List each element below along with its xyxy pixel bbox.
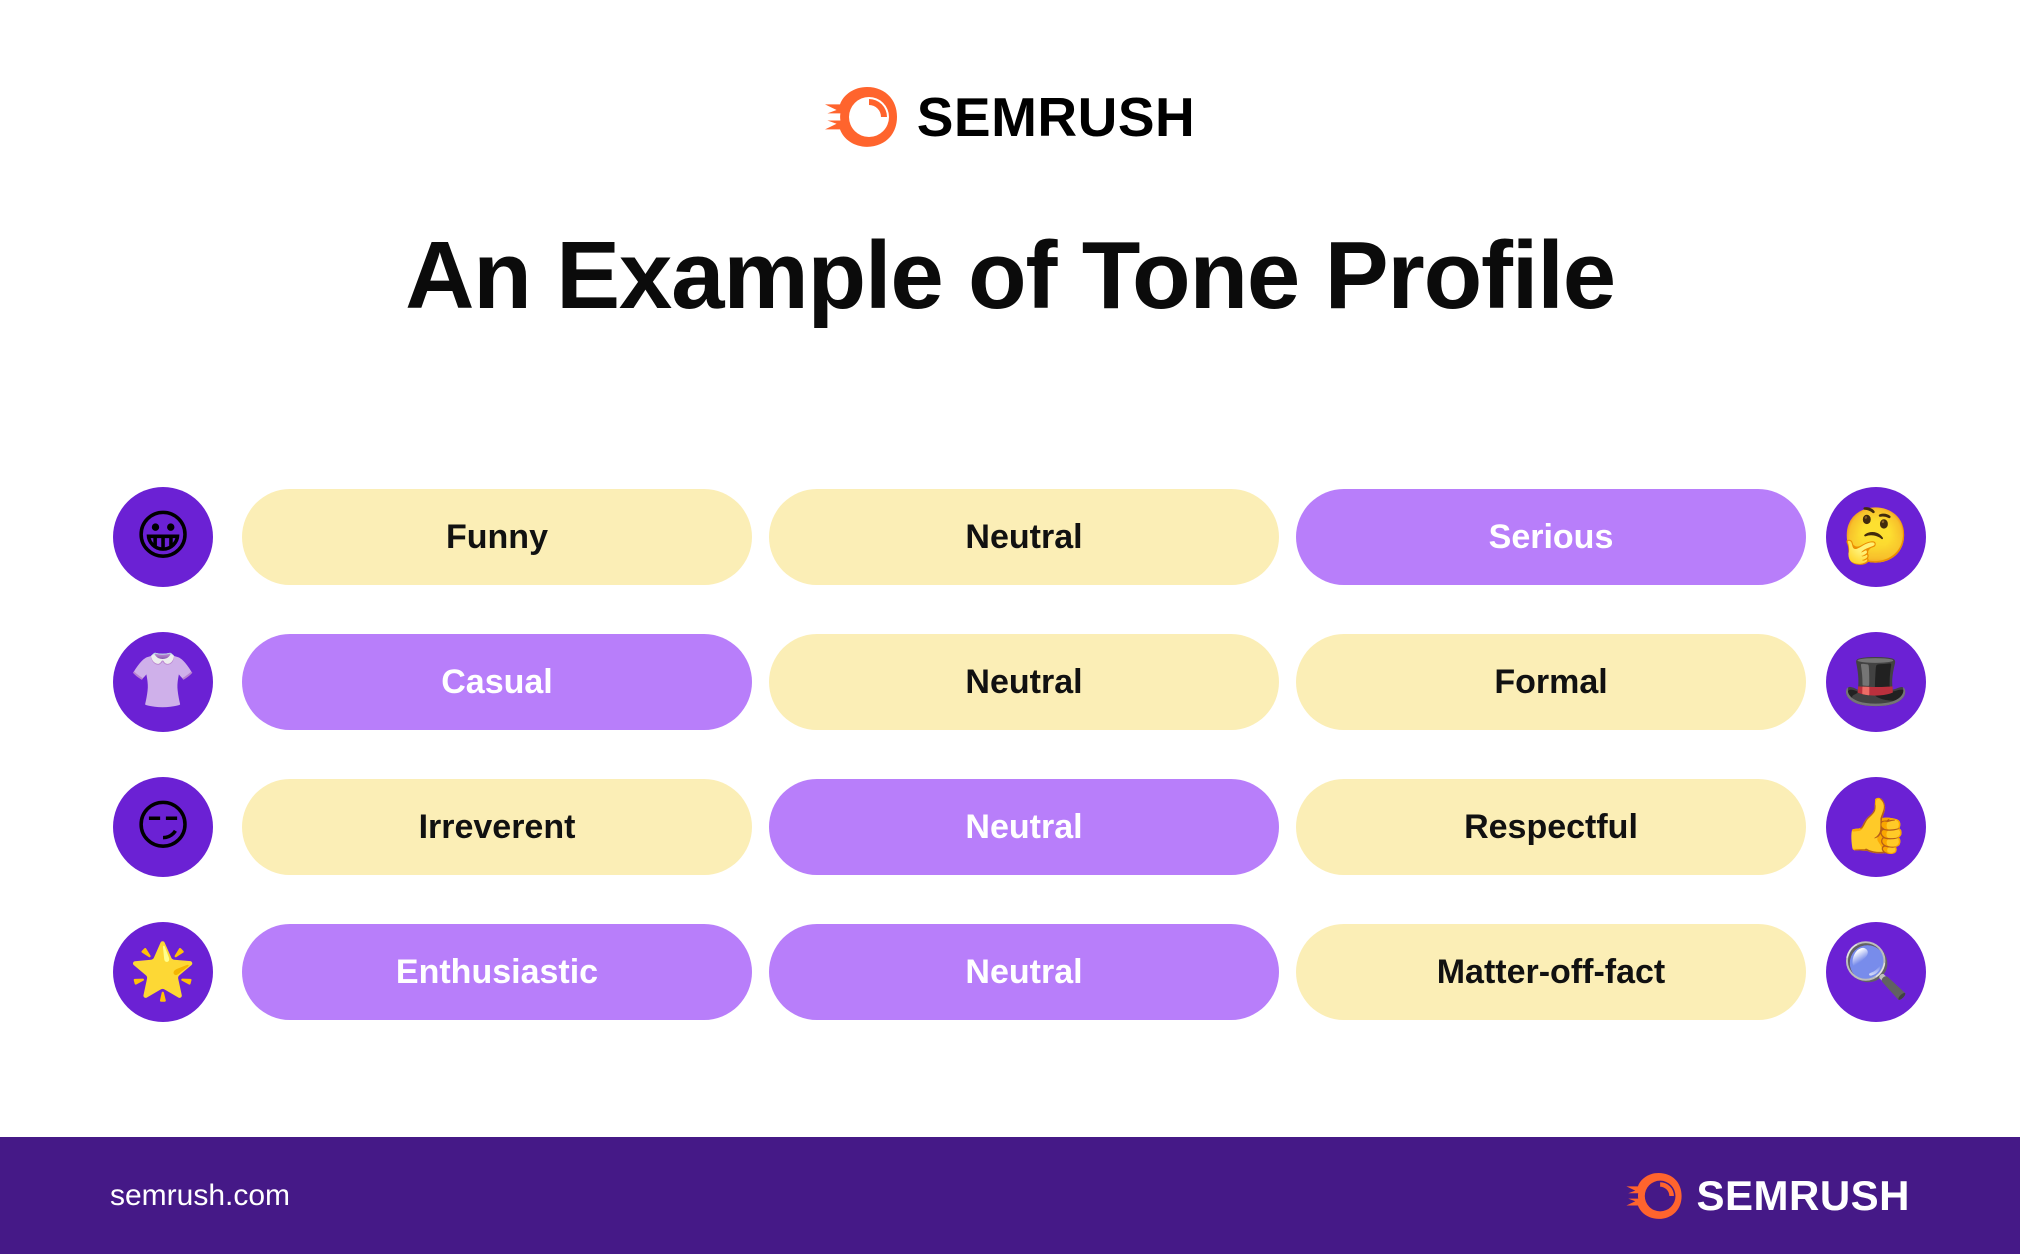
tone-option-serious[interactable]: Serious (1296, 489, 1806, 585)
tone-row: 😀 Funny Neutral Serious 🤔 (113, 487, 1926, 587)
emoji-glyph: 👚 (129, 649, 197, 712)
tone-option-formal[interactable]: Formal (1296, 634, 1806, 730)
t-shirt-emoji: 👚 (113, 632, 213, 732)
tone-option-casual[interactable]: Casual (242, 634, 752, 730)
tone-row: 🌟 Enthusiastic Neutral Matter-off-fact 🔍 (113, 922, 1926, 1022)
smirking-face-emoji: 😏 (113, 777, 213, 877)
emoji-glyph: 😏 (134, 794, 192, 857)
tone-row: 😏 Irreverent Neutral Respectful 👍 (113, 777, 1926, 877)
footer: semrush.com SEMRUSH (0, 1137, 2020, 1254)
semrush-wordmark: SEMRUSH (916, 85, 1196, 148)
page-title: An Example of Tone Profile (405, 222, 1616, 329)
tone-option-irreverent[interactable]: Irreverent (242, 779, 752, 875)
tone-profile-grid: 😀 Funny Neutral Serious 🤔 👚 Casual Neutr… (113, 487, 1926, 1022)
glowing-star-emoji: 🌟 (113, 922, 213, 1022)
tone-row: 👚 Casual Neutral Formal 🎩 (113, 632, 1926, 732)
tone-option-neutral-row1[interactable]: Neutral (769, 489, 1279, 585)
thumbs-up-emoji: 👍 (1826, 777, 1926, 877)
magnifying-glass-emoji: 🔍 (1826, 922, 1926, 1022)
tone-option-neutral-row4[interactable]: Neutral (769, 924, 1279, 1020)
semrush-comet-icon (824, 87, 897, 147)
footer-website-url[interactable]: semrush.com (110, 1179, 290, 1213)
tone-option-matter-off-fact[interactable]: Matter-off-fact (1296, 924, 1806, 1020)
tone-option-enthusiastic[interactable]: Enthusiastic (242, 924, 752, 1020)
semrush-comet-icon (1626, 1172, 1683, 1219)
emoji-glyph: 🔍 (1842, 939, 1910, 1002)
top-hat-emoji: 🎩 (1826, 632, 1926, 732)
footer-wordmark: SEMRUSH (1696, 1171, 1910, 1219)
grinning-face-emoji: 😀 (113, 487, 213, 587)
emoji-glyph: 🤔 (1842, 504, 1910, 567)
tone-option-neutral-row3[interactable]: Neutral (769, 779, 1279, 875)
footer-semrush-logo: SEMRUSH (1626, 1171, 1910, 1219)
emoji-glyph: 🎩 (1842, 649, 1910, 712)
thinking-face-emoji: 🤔 (1826, 487, 1926, 587)
semrush-logo: SEMRUSH (824, 85, 1196, 148)
tone-option-neutral-row2[interactable]: Neutral (769, 634, 1279, 730)
emoji-glyph: 🌟 (129, 939, 197, 1002)
emoji-glyph: 👍 (1842, 794, 1910, 857)
tone-option-respectful[interactable]: Respectful (1296, 779, 1806, 875)
header: SEMRUSH (0, 0, 2020, 200)
tone-option-funny[interactable]: Funny (242, 489, 752, 585)
emoji-glyph: 😀 (134, 504, 192, 567)
